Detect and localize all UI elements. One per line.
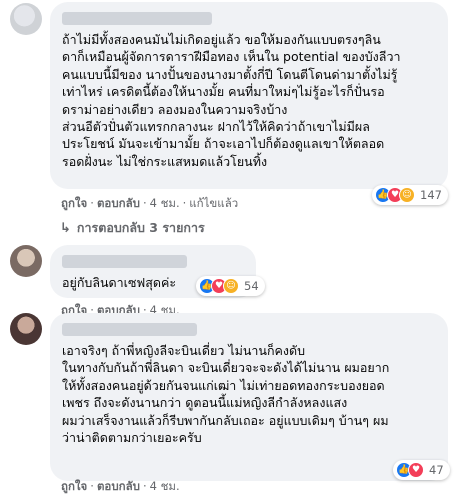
- reply-arrow-icon: ↳: [60, 220, 71, 236]
- comment-bubble: เอาจริงๆ ถ้าพี่หญิงลีจะบินเดี่ยว ไม่นานก…: [50, 313, 448, 481]
- comment-text: เอาจริงๆ ถ้าพี่หญิงลีจะบินเดี่ยว ไม่นานก…: [62, 343, 390, 446]
- reply-link[interactable]: ตอบกลับ: [97, 479, 140, 493]
- reaction-count: 47: [429, 463, 444, 477]
- reaction-count: 147: [420, 188, 442, 202]
- care-face-icon: ☺: [399, 187, 415, 203]
- view-replies-link[interactable]: ↳ การตอบกลับ 3 รายการ: [60, 218, 205, 238]
- timestamp[interactable]: 4 ชม.: [150, 479, 180, 493]
- timestamp[interactable]: 4 ชม.: [150, 196, 180, 210]
- author-name-redacted[interactable]: [62, 255, 187, 268]
- reaction-summary[interactable]: 👍 ♥ ☺ 147: [372, 185, 448, 205]
- avatar[interactable]: [10, 245, 42, 277]
- comment-bubble: ถ้าไม่มีทั้งสองคนมันไม่เกิดอยู่แล้ว ขอให…: [50, 2, 448, 189]
- comment-text: ถ้าไม่มีทั้งสองคนมันไม่เกิดอยู่แล้ว ขอให…: [62, 32, 401, 169]
- reply-link[interactable]: ตอบกลับ: [97, 196, 140, 210]
- heart-icon: ♥: [408, 462, 424, 478]
- comment-actions: ถูกใจ · ตอบกลับ · 4 ชม. · แก้ไขแล้ว: [61, 196, 239, 210]
- like-link[interactable]: ถูกใจ: [61, 479, 87, 493]
- avatar[interactable]: [10, 3, 42, 35]
- avatar[interactable]: [10, 313, 42, 345]
- reaction-count: 54: [244, 279, 259, 293]
- reaction-summary[interactable]: 👍 ♥ ☺ 54: [196, 276, 265, 296]
- care-face-icon: ☺: [223, 278, 239, 294]
- replies-label: การตอบกลับ 3 รายการ: [76, 220, 205, 235]
- comment-actions: ถูกใจ · ตอบกลับ · 4 ชม.: [61, 479, 180, 493]
- like-link[interactable]: ถูกใจ: [61, 196, 87, 210]
- author-name-redacted[interactable]: [62, 12, 212, 25]
- reaction-summary[interactable]: 👍 ♥ 47: [393, 460, 450, 480]
- edited-label: แก้ไขแล้ว: [189, 196, 239, 210]
- author-name-redacted[interactable]: [62, 323, 197, 336]
